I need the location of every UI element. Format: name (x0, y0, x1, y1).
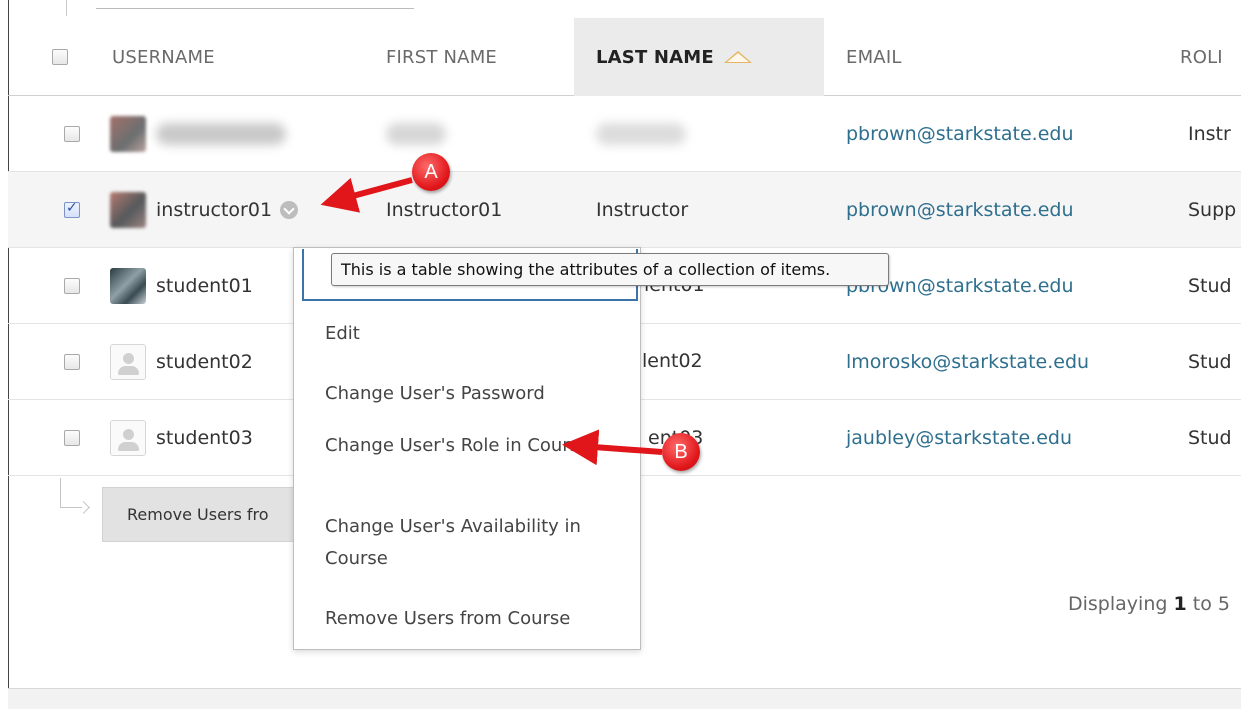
arrow-a (320, 177, 413, 213)
annotation-badge-a: A (412, 153, 450, 191)
annotation-badge-b: B (662, 433, 700, 471)
arrow-b (562, 429, 663, 466)
annotation-arrows (320, 177, 663, 466)
